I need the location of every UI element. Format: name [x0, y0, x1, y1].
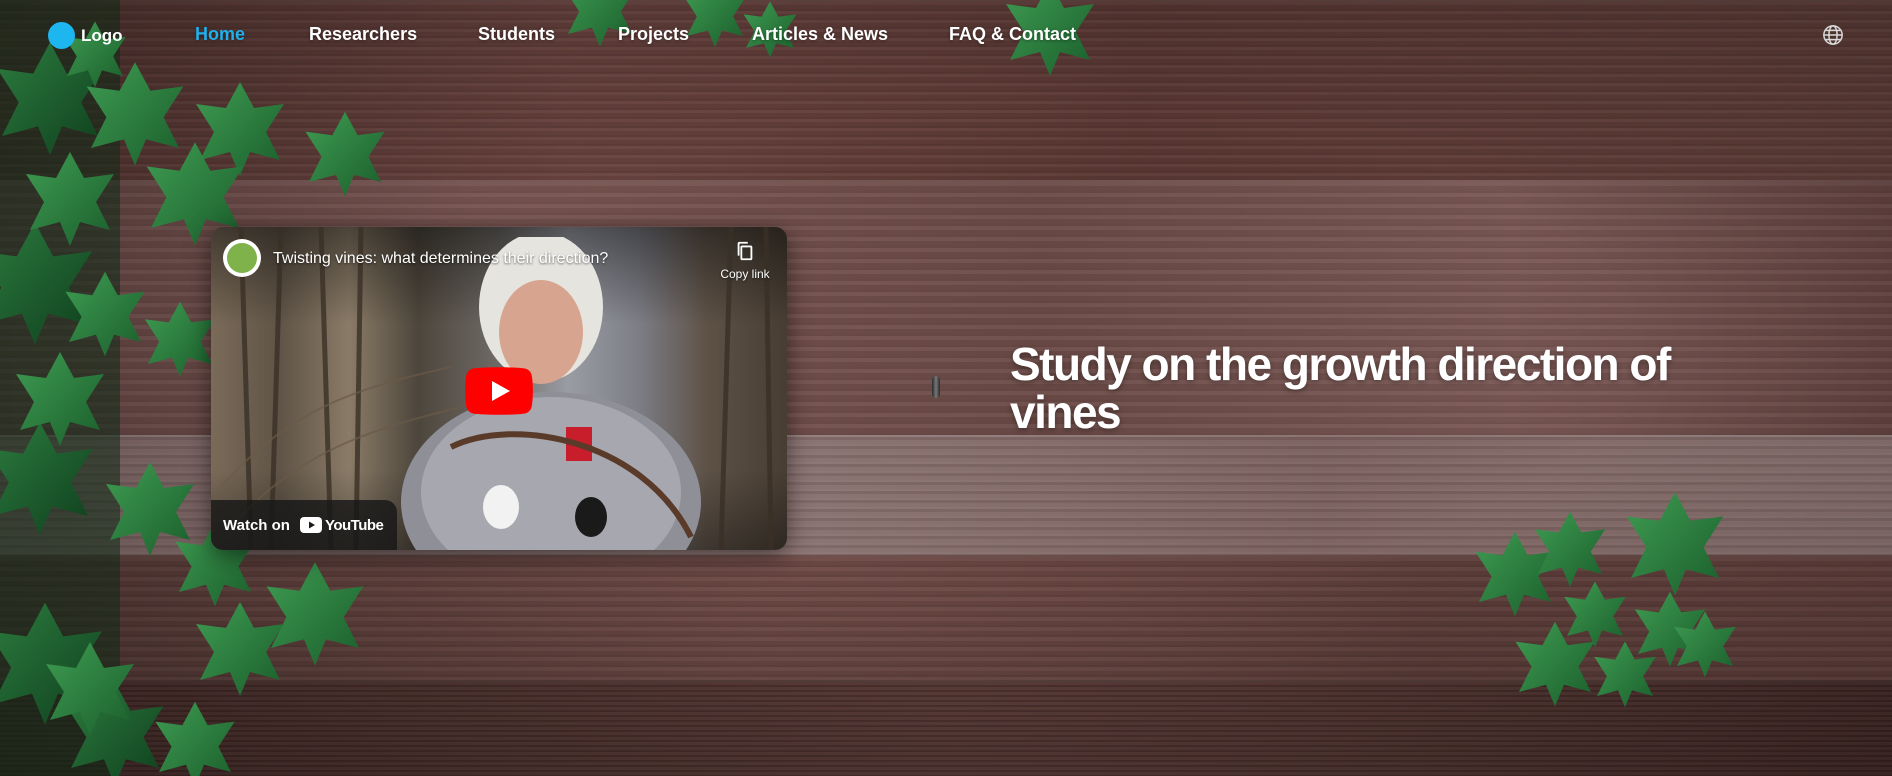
youtube-video-embed[interactable]: Twisting vines: what determines their di…	[211, 227, 787, 550]
youtube-wordmark: YouTube	[324, 516, 384, 534]
nail-decoration	[932, 376, 940, 398]
ivy-right-decoration	[1475, 492, 1736, 708]
play-icon[interactable]	[465, 367, 533, 415]
copy-icon	[737, 241, 753, 261]
channel-avatar[interactable]	[223, 239, 261, 277]
video-title[interactable]: Twisting vines: what determines their di…	[273, 250, 608, 268]
nav-item-projects[interactable]: Projects	[618, 24, 689, 45]
watch-on-youtube-button[interactable]: Watch on YouTube	[211, 500, 398, 550]
hero-heading: Study on the growth direction of vines	[1010, 338, 1671, 438]
channel-logo-icon	[227, 243, 257, 273]
logo-icon	[48, 22, 75, 49]
nav-item-students[interactable]: Students	[478, 24, 555, 45]
logo-text: Logo	[81, 25, 123, 45]
nav-item-home[interactable]: Home	[195, 24, 245, 45]
nav-item-researchers[interactable]: Researchers	[309, 24, 417, 45]
globe-icon[interactable]	[1822, 24, 1844, 46]
youtube-logo-icon	[299, 517, 322, 533]
nav-item-faq-contact[interactable]: FAQ & Contact	[949, 24, 1076, 45]
youtube-logo: YouTube	[299, 516, 384, 534]
nav-item-articles-news[interactable]: Articles & News	[752, 24, 888, 45]
page: Logo Home Researchers Students Projects …	[0, 0, 1892, 776]
copy-link-label: Copy link	[720, 267, 770, 281]
watch-on-label: Watch on	[223, 516, 290, 534]
site-logo[interactable]: Logo	[48, 22, 123, 49]
video-thumbnail-person	[401, 237, 701, 550]
top-navigation: Logo Home Researchers Students Projects …	[0, 0, 1892, 70]
copy-link-button[interactable]: Copy link	[707, 239, 783, 281]
